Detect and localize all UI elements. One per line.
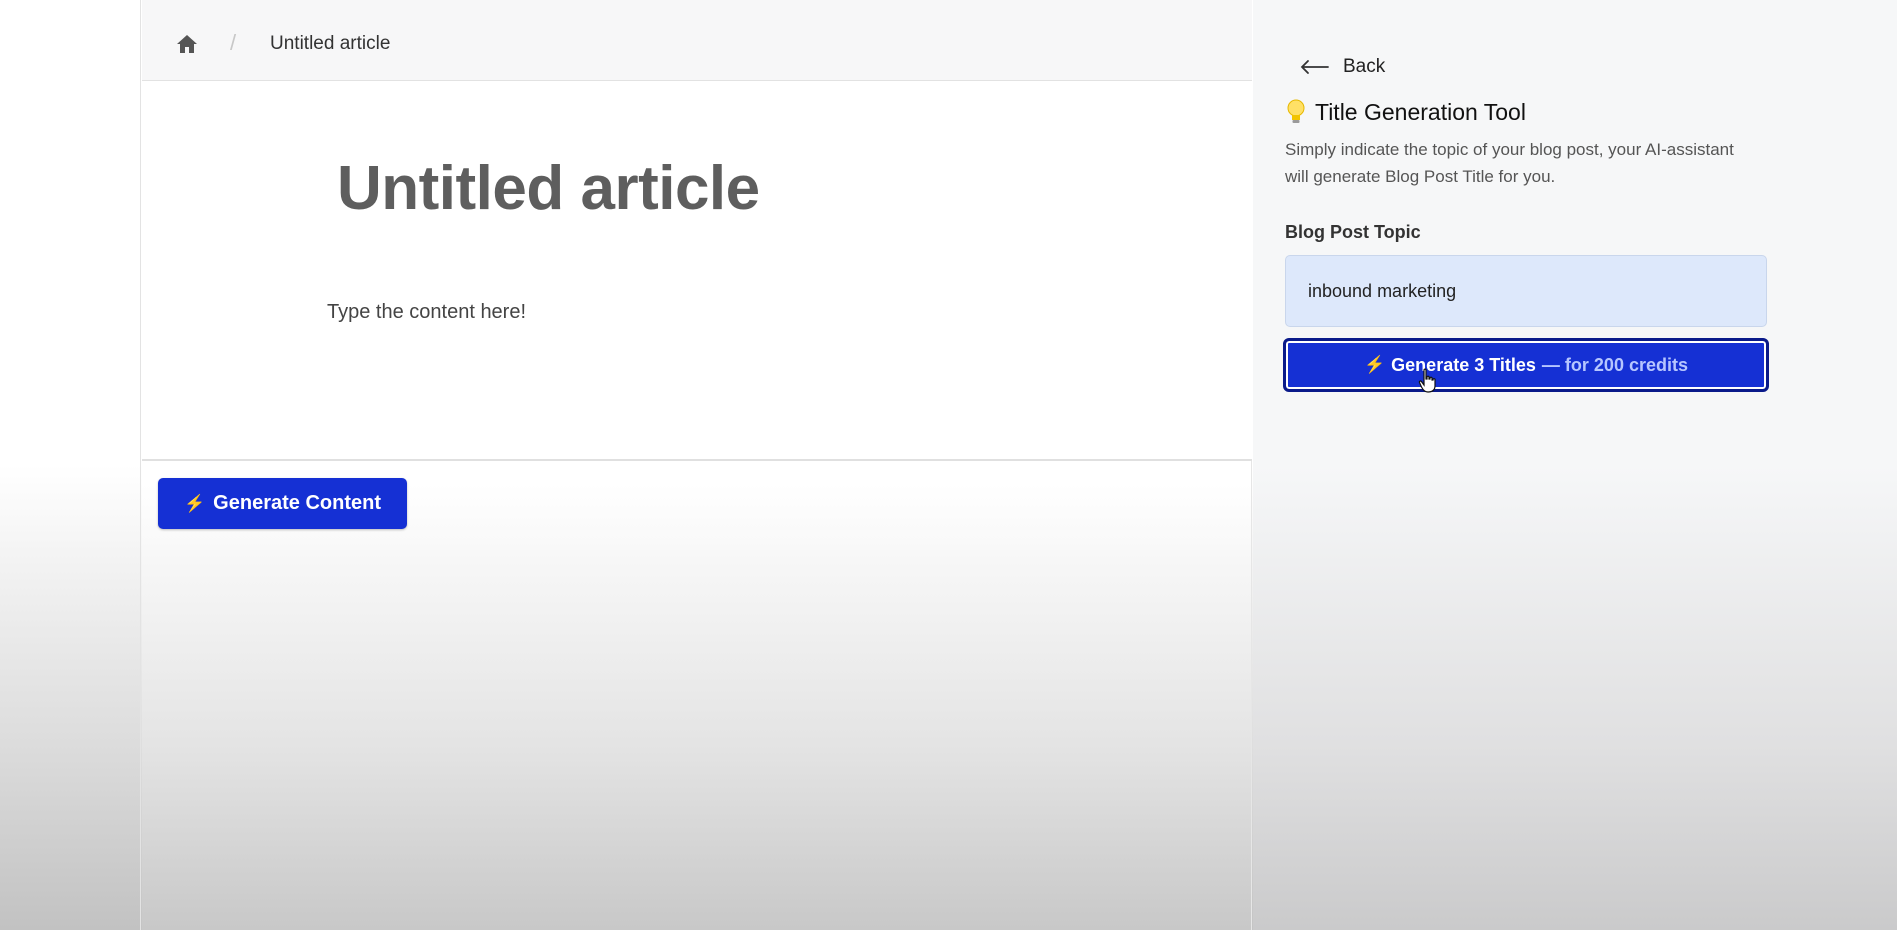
back-label: Back (1343, 56, 1386, 77)
article-editor: / Untitled article Untitled article Type… (142, 0, 1252, 930)
credits-cost: — for 200 credits (1541, 354, 1688, 375)
article-body[interactable]: Type the content here! (327, 301, 526, 324)
article-content-area[interactable]: Untitled article Type the content here! (142, 81, 1252, 461)
breadcrumb: / Untitled article (142, 0, 1252, 81)
home-icon[interactable] (175, 32, 199, 56)
breadcrumb-current[interactable]: Untitled article (270, 33, 390, 55)
breadcrumb-separator: / (230, 30, 237, 55)
generate-content-button[interactable]: ⚡ Generate Content (158, 478, 407, 529)
title-generation-panel: Back Title Generation Tool Simply indica… (1253, 0, 1897, 930)
back-button[interactable]: Back (1299, 56, 1385, 78)
arrow-left-icon (1300, 60, 1329, 74)
lightning-bolt-icon: ⚡ (1364, 355, 1386, 374)
generate-titles-label: Generate 3 Titles (1391, 354, 1536, 375)
article-title[interactable]: Untitled article (337, 153, 760, 224)
blog-post-topic-label: Blog Post Topic (1285, 222, 1421, 242)
blog-post-topic-input[interactable] (1285, 255, 1767, 327)
tool-description: Simply indicate the topic of your blog p… (1285, 140, 1734, 186)
lightning-bolt-icon: ⚡ (184, 493, 206, 513)
tool-title-text: Title Generation Tool (1315, 98, 1526, 125)
generate-content-label: Generate Content (213, 492, 381, 514)
left-gutter (0, 0, 141, 930)
app-window: / Untitled article Untitled article Type… (0, 0, 1897, 930)
hand-pointer-icon (1418, 368, 1436, 393)
generate-titles-button[interactable]: ⚡ Generate 3 Titles — for 200 credits (1283, 338, 1769, 392)
lightbulb-icon (1287, 99, 1305, 123)
tool-title: Title Generation Tool (1285, 98, 1526, 126)
